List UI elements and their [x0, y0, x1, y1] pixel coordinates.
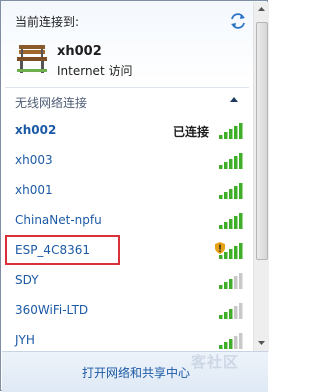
- network-sharing-center-link[interactable]: 打开网络和共享中心: [82, 364, 190, 381]
- network-row-chinanet[interactable]: ChinaNet-npfu: [1, 206, 253, 236]
- vertical-scrollbar[interactable]: [253, 2, 269, 352]
- chevron-up-icon[interactable]: [230, 96, 238, 102]
- wifi-panel: 当前连接到: xh002 Internet 访问 无线网络连接 xh002 已连…: [0, 0, 269, 392]
- scroll-up-icon[interactable]: [254, 2, 269, 17]
- signal-bar: [229, 159, 233, 169]
- signal-bar: [229, 129, 233, 139]
- signal-bar: [239, 303, 243, 319]
- signal-bar: [219, 225, 223, 229]
- signal-bar: [234, 186, 238, 199]
- signal-bar: [224, 312, 228, 319]
- signal-bar: [239, 243, 243, 259]
- signal-bar: [234, 126, 238, 139]
- signal-bar: [234, 156, 238, 169]
- current-connection: xh002 Internet 访问: [15, 41, 245, 81]
- network-row-xh001[interactable]: xh001: [1, 176, 253, 206]
- signal-bar: [234, 336, 238, 349]
- header-title: 当前连接到:: [15, 15, 80, 29]
- network-name: 360WiFi-LTD: [15, 303, 89, 317]
- signal-bar: [224, 132, 228, 139]
- signal-icon: [219, 333, 243, 349]
- highlight-box: [5, 235, 120, 265]
- network-row-xh003[interactable]: xh003: [1, 146, 253, 176]
- signal-bar: [219, 135, 223, 139]
- network-name: xh002: [15, 123, 57, 137]
- signal-icon: [219, 153, 243, 169]
- signal-bar: [219, 345, 223, 349]
- signal-bar: [229, 279, 233, 289]
- signal-bar: [229, 309, 233, 319]
- signal-bar: [219, 195, 223, 199]
- signal-bar: [239, 153, 243, 169]
- section-label: 无线网络连接: [15, 96, 88, 110]
- signal-bar: [239, 333, 243, 349]
- signal-bar: [234, 246, 238, 259]
- signal-bar: [234, 216, 238, 229]
- signal-bar: [219, 285, 223, 289]
- signal-bar: [239, 183, 243, 199]
- network-name: xh001: [15, 183, 53, 197]
- signal-bar: [229, 219, 233, 229]
- signal-bar: [224, 222, 228, 229]
- signal-bar: [229, 189, 233, 199]
- network-row-sdy[interactable]: SDY: [1, 266, 253, 296]
- scroll-thumb[interactable]: [256, 22, 268, 260]
- signal-bar: [239, 273, 243, 289]
- watermark: 客社区: [191, 353, 240, 371]
- network-name: xh003: [15, 153, 53, 167]
- signal-bar: [219, 165, 223, 169]
- signal-bar: [219, 315, 223, 319]
- wireless-section-header[interactable]: 无线网络连接: [5, 87, 249, 110]
- signal-bar: [224, 342, 228, 349]
- signal-bar: [229, 339, 233, 349]
- signal-icon: [219, 183, 243, 199]
- signal-icon: [219, 303, 243, 319]
- network-name: SDY: [15, 273, 39, 287]
- signal-bar: [234, 276, 238, 289]
- signal-bar: [219, 255, 223, 259]
- status-badge: 已连接: [173, 125, 210, 139]
- network-row-xh002[interactable]: xh002 已连接: [1, 116, 253, 146]
- signal-icon: [219, 123, 243, 139]
- refresh-icon[interactable]: [229, 13, 247, 29]
- signal-bar: [224, 252, 228, 259]
- signal-icon: [219, 243, 243, 259]
- current-network-access: Internet 访问: [57, 64, 133, 78]
- signal-icon: [219, 273, 243, 289]
- scroll-down-icon[interactable]: [254, 335, 269, 350]
- signal-bar: [239, 123, 243, 139]
- network-row-360wifi[interactable]: 360WiFi-LTD: [1, 296, 253, 326]
- signal-bar: [224, 192, 228, 199]
- signal-bar: [224, 162, 228, 169]
- signal-bar: [224, 282, 228, 289]
- signal-bar: [239, 213, 243, 229]
- signal-bar: [234, 306, 238, 319]
- network-name: JYH: [15, 333, 35, 347]
- signal-bar: [229, 249, 233, 259]
- bench-icon: [17, 45, 47, 73]
- signal-icon: [219, 213, 243, 229]
- current-network-name: xh002: [57, 44, 102, 59]
- network-name: ChinaNet-npfu: [15, 213, 102, 227]
